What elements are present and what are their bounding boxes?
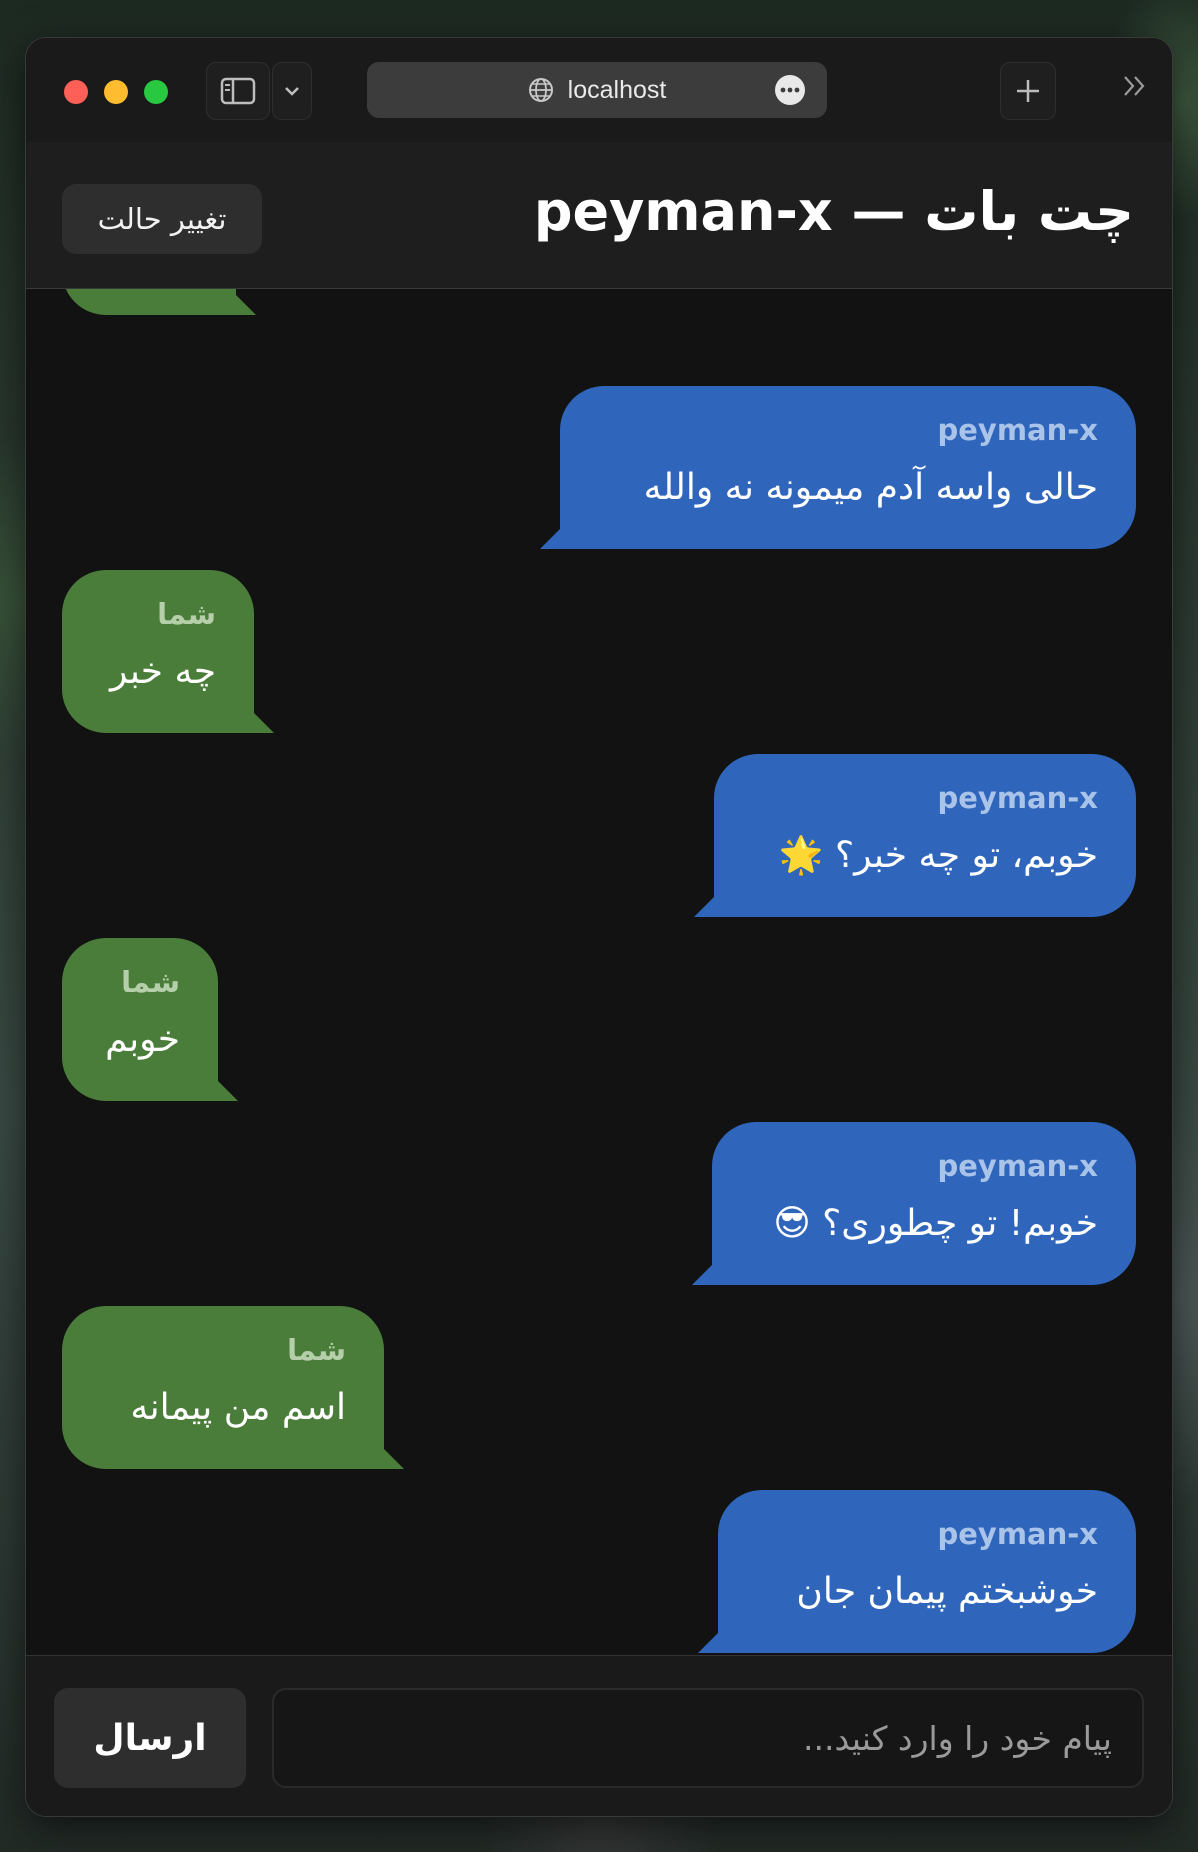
message-sender: شما (287, 1333, 346, 1367)
toggle-mode-button[interactable]: تغییر حالت (62, 184, 262, 254)
address-text: localhost (567, 75, 667, 104)
message-bubble-user (62, 289, 256, 315)
message-text: خوبم، تو چه خبر؟ 🌟 (778, 835, 1098, 876)
message-sender: شما (121, 965, 180, 999)
browser-window: localhost چت بات — peyman-x تغییر حالت p… (26, 38, 1172, 1816)
message-text: خوشبختم پیمان جان (796, 1571, 1098, 1612)
message-bubble-bot: peyman-x حالی واسه آدم میمونه نه والله (540, 386, 1136, 549)
message-bubble-user: شما اسم من پیمانه (62, 1306, 404, 1469)
send-button[interactable]: ارسال (54, 1688, 246, 1788)
tab-group-menu-button[interactable] (272, 62, 312, 120)
browser-toolbar: localhost (26, 38, 1172, 143)
close-window-button[interactable] (64, 80, 88, 104)
message-sender: peyman-x (937, 1517, 1098, 1551)
message-bubble-bot: peyman-x خوبم، تو چه خبر؟ 🌟 (694, 754, 1136, 917)
message-sender: peyman-x (937, 1149, 1098, 1183)
message-bubble-bot: peyman-x خوبم! تو چطوری؟ 😎 (692, 1122, 1136, 1285)
sidebar-toggle-button[interactable] (206, 62, 270, 120)
message-bubble-user: شما خوبم (62, 938, 238, 1101)
message-text: خوبم! تو چطوری؟ 😎 (773, 1203, 1098, 1244)
message-sender: peyman-x (937, 413, 1098, 447)
sidebar-icon (220, 77, 256, 105)
message-text: اسم من پیمانه (130, 1387, 346, 1428)
message-text: چه خبر (110, 651, 216, 692)
message-list[interactable]: peyman-x حالی واسه آدم میمونه نه والله ش… (26, 289, 1172, 1654)
message-text: حالی واسه آدم میمونه نه والله (643, 467, 1098, 508)
more-icon[interactable] (775, 75, 805, 105)
message-text: خوبم (105, 1019, 180, 1060)
message-sender: peyman-x (937, 781, 1098, 815)
chevron-down-icon (284, 86, 300, 96)
message-input[interactable] (272, 1688, 1144, 1788)
new-tab-button[interactable] (1000, 62, 1056, 120)
address-bar[interactable]: localhost (367, 62, 827, 118)
double-chevron-right-icon[interactable] (1122, 74, 1148, 98)
zoom-window-button[interactable] (144, 80, 168, 104)
message-bubble-bot: peyman-x خوشبختم پیمان جان (698, 1490, 1136, 1653)
message-bubble-user: شما چه خبر (62, 570, 274, 733)
globe-icon (528, 77, 554, 103)
minimize-window-button[interactable] (104, 80, 128, 104)
message-sender: شما (157, 597, 216, 631)
chat-header: چت بات — peyman-x تغییر حالت (26, 142, 1172, 289)
message-composer: ارسال (26, 1655, 1172, 1816)
plus-icon (1014, 77, 1042, 105)
page-title: چت بات — peyman-x (533, 180, 1134, 243)
